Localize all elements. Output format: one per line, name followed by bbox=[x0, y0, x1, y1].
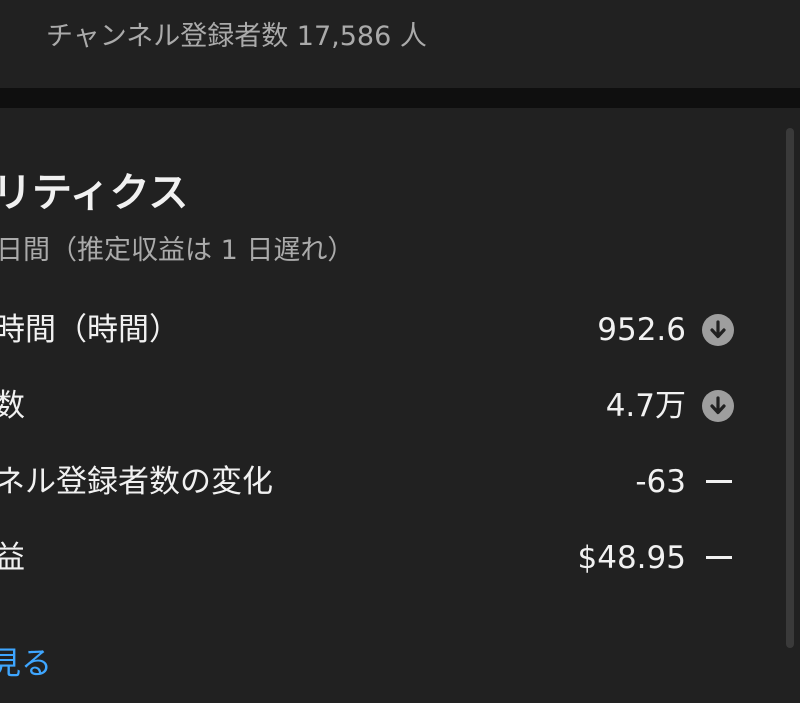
metric-value: -63 bbox=[635, 464, 686, 500]
metric-row-revenue: 益 $48.95 bbox=[0, 536, 780, 586]
dash-icon bbox=[706, 556, 732, 559]
metric-row-views: 数 4.7万 bbox=[0, 384, 780, 434]
studio-page: チャンネル登録者数 17,586 人 リティクス 日間（推定収益は 1 日遅れ）… bbox=[0, 0, 800, 703]
metric-row-watch-time: 時間（時間） 952.6 bbox=[0, 308, 780, 358]
scrollbar[interactable] bbox=[786, 128, 794, 648]
down-icon bbox=[702, 314, 734, 346]
metric-label: 時間（時間） bbox=[0, 312, 180, 348]
dash-icon bbox=[706, 480, 732, 483]
metric-label: 数 bbox=[0, 388, 25, 424]
section-divider bbox=[0, 88, 800, 108]
metric-value: 952.6 bbox=[597, 312, 686, 348]
channel-summary-card: チャンネル登録者数 17,586 人 bbox=[0, 0, 800, 88]
see-more-link[interactable]: 見る bbox=[0, 638, 52, 683]
analytics-title: リティクス bbox=[0, 170, 189, 216]
metric-row-subscriber-change: ネル登録者数の変化 -63 bbox=[0, 460, 780, 510]
metric-label: ネル登録者数の変化 bbox=[0, 464, 273, 500]
down-icon bbox=[702, 390, 734, 422]
metric-label: 益 bbox=[0, 540, 25, 576]
metric-value: 4.7万 bbox=[605, 388, 686, 424]
metric-value: $48.95 bbox=[577, 540, 686, 576]
subscriber-count: チャンネル登録者数 17,586 人 bbox=[46, 21, 427, 52]
analytics-subtitle: 日間（推定収益は 1 日遅れ） bbox=[0, 235, 355, 266]
analytics-card: リティクス 日間（推定収益は 1 日遅れ） 時間（時間） 952.6 数 4.7… bbox=[0, 108, 800, 703]
